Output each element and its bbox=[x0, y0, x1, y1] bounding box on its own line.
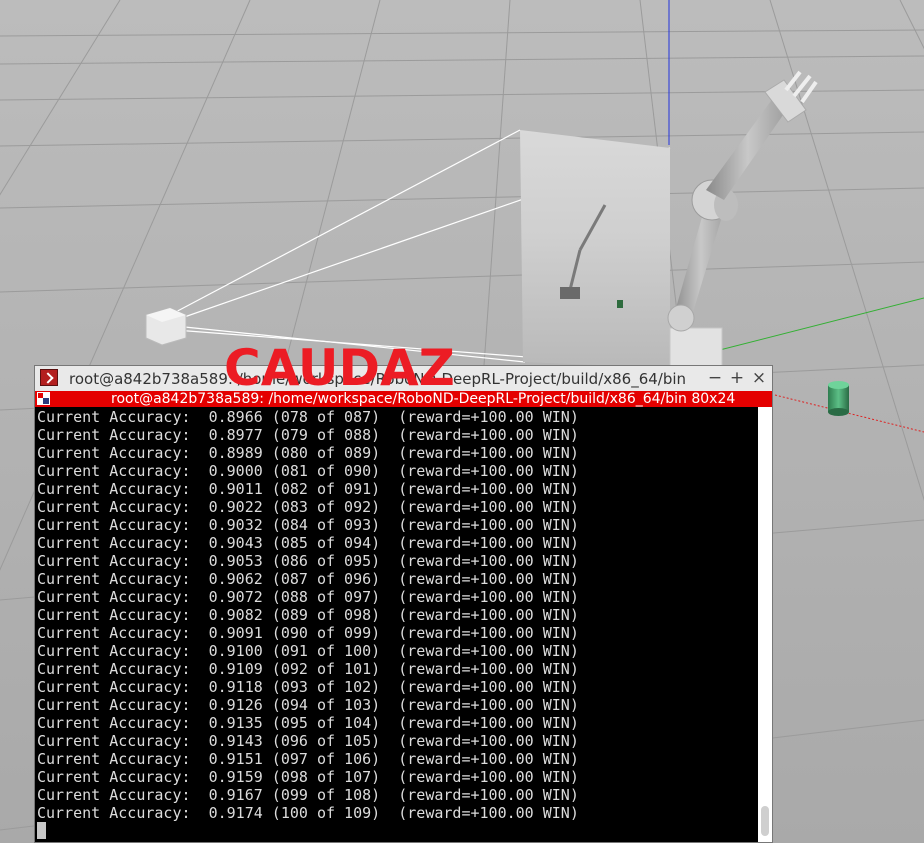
terminal-line: Current Accuracy: 0.9072 (088 of 097) (r… bbox=[37, 588, 579, 606]
terminal-app-icon bbox=[40, 369, 58, 386]
terminal-line: Current Accuracy: 0.9167 (099 of 108) (r… bbox=[37, 786, 579, 804]
terminal-line: Current Accuracy: 0.9091 (090 of 099) (r… bbox=[37, 624, 579, 642]
terminal-line: Current Accuracy: 0.9082 (089 of 098) (r… bbox=[37, 606, 579, 624]
terminal-line: Current Accuracy: 0.9143 (096 of 105) (r… bbox=[37, 732, 579, 750]
terminal-line: Current Accuracy: 0.8977 (079 of 088) (r… bbox=[37, 426, 579, 444]
scrollbar-thumb[interactable] bbox=[761, 806, 769, 836]
terminal-line: Current Accuracy: 0.9118 (093 of 102) (r… bbox=[37, 678, 579, 696]
terminal-line: Current Accuracy: 0.9000 (081 of 090) (r… bbox=[37, 462, 579, 480]
terminal-line: Current Accuracy: 0.9022 (083 of 092) (r… bbox=[37, 498, 579, 516]
terminal-window[interactable]: root@a842b738a589: /home/workspace/RoboN… bbox=[34, 365, 773, 843]
terminal-line: Current Accuracy: 0.9011 (082 of 091) (r… bbox=[37, 480, 579, 498]
terminal-output[interactable]: Current Accuracy: 0.8966 (078 of 087) (r… bbox=[37, 408, 757, 842]
terminal-line: Current Accuracy: 0.8989 (080 of 089) (r… bbox=[37, 444, 579, 462]
terminal-line: Current Accuracy: 0.9135 (095 of 104) (r… bbox=[37, 714, 579, 732]
terminal-line: Current Accuracy: 0.9032 (084 of 093) (r… bbox=[37, 516, 579, 534]
terminal-line: Current Accuracy: 0.9100 (091 of 100) (r… bbox=[37, 642, 579, 660]
terminal-line: Current Accuracy: 0.8966 (078 of 087) (r… bbox=[37, 408, 579, 426]
terminal-line: Current Accuracy: 0.9062 (087 of 096) (r… bbox=[37, 570, 579, 588]
terminal-line: Current Accuracy: 0.9151 (097 of 106) (r… bbox=[37, 750, 579, 768]
terminal-line: Current Accuracy: 0.9109 (092 of 101) (r… bbox=[37, 660, 579, 678]
maximize-button[interactable]: + bbox=[727, 367, 747, 389]
minimize-button[interactable]: − bbox=[705, 367, 725, 389]
terminal-line: Current Accuracy: 0.9126 (094 of 103) (r… bbox=[37, 696, 579, 714]
terminal-line: Current Accuracy: 0.9053 (086 of 095) (r… bbox=[37, 552, 579, 570]
tab-split-icon[interactable] bbox=[37, 392, 50, 405]
terminal-line: Current Accuracy: 0.9159 (098 of 107) (r… bbox=[37, 768, 579, 786]
camera-box bbox=[145, 307, 187, 346]
terminal-scrollbar[interactable] bbox=[758, 407, 772, 842]
terminal-line: Current Accuracy: 0.9174 (100 of 109) (r… bbox=[37, 804, 579, 822]
terminal-cursor bbox=[37, 822, 46, 839]
target-cylinder bbox=[828, 381, 849, 416]
terminal-line: Current Accuracy: 0.9043 (085 of 094) (r… bbox=[37, 534, 579, 552]
close-button[interactable]: × bbox=[749, 367, 769, 389]
camera-image-panel bbox=[520, 130, 670, 368]
watermark-text: CAUDAZ bbox=[224, 339, 455, 397]
